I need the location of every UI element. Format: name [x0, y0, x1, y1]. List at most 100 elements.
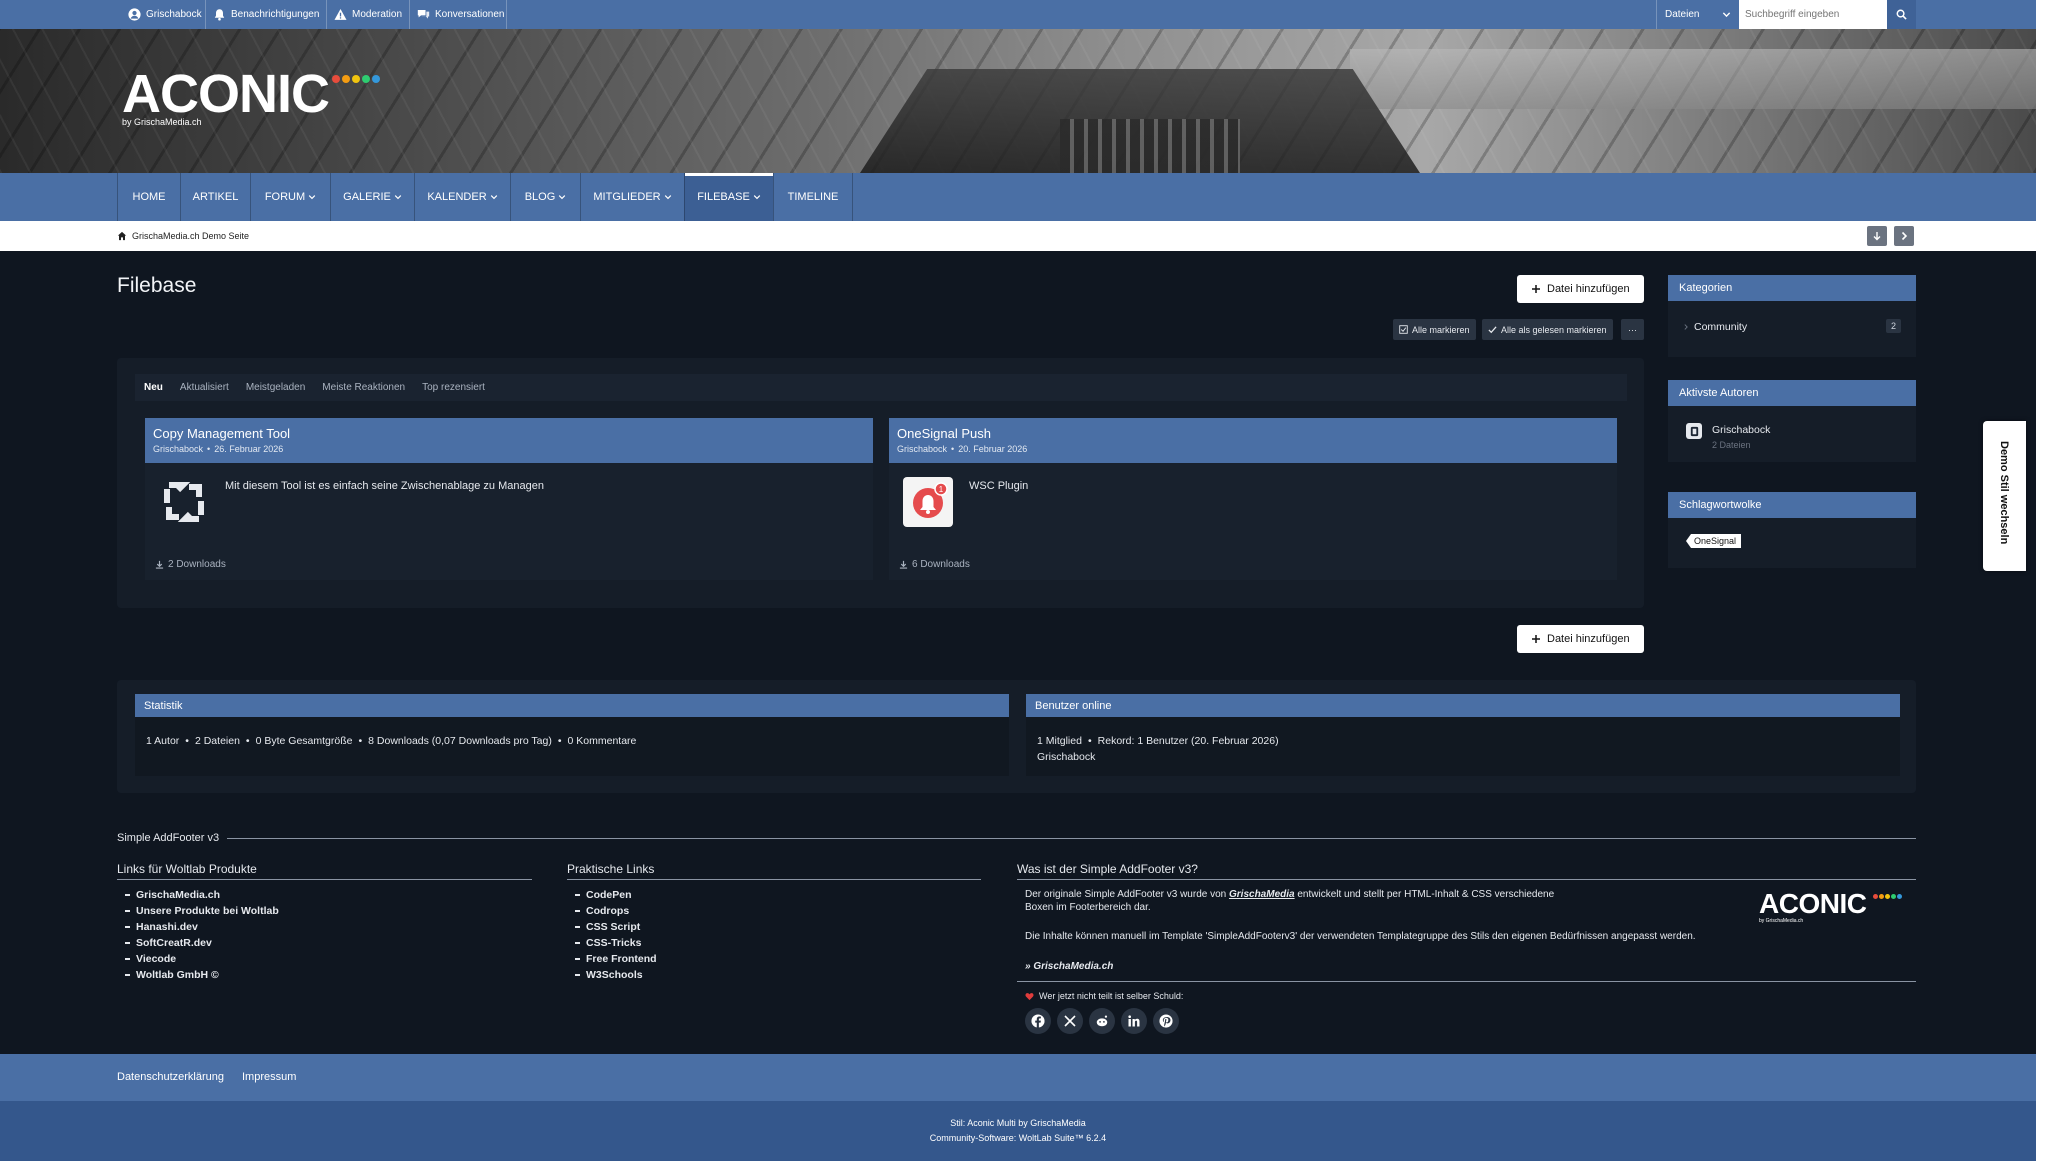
demo-style-label: Demo Stil wechseln	[1998, 441, 2010, 545]
nav-item-kalender[interactable]: KALENDER	[414, 173, 510, 221]
site-logo[interactable]: ACONIC by GrischaMedia.ch	[122, 64, 380, 127]
footer-column-title: Praktische Links	[567, 862, 981, 880]
file-author[interactable]: Grischabock	[153, 444, 203, 454]
footer-link[interactable]: Codrops	[575, 905, 629, 917]
checkbox-icon	[1399, 325, 1408, 334]
user-menu[interactable]: Grischabock	[122, 0, 208, 29]
logo-dot	[352, 75, 360, 83]
search-input[interactable]	[1739, 0, 1887, 29]
moderation-menu[interactable]: Moderation	[328, 0, 408, 29]
chevron-down-icon	[394, 195, 402, 200]
footer-link-label: Viecode	[136, 953, 177, 965]
nav-label: TIMELINE	[787, 191, 839, 203]
logo-text: ACONIC	[122, 64, 330, 124]
grischamedia-link[interactable]: » GrischaMedia.ch	[1025, 960, 1113, 973]
next-page-button[interactable]	[1894, 226, 1914, 246]
footer-link[interactable]: Hanashi.dev	[125, 921, 198, 933]
tab-top-rezensiert[interactable]: Top rezensiert	[422, 382, 485, 393]
nav-item-filebase[interactable]: FILEBASE	[684, 173, 773, 221]
footer-link[interactable]: CSS Script	[575, 921, 640, 933]
file-author[interactable]: Grischabock	[897, 444, 947, 454]
footer-link[interactable]: Unsere Produkte bei Woltlab	[125, 905, 279, 917]
footer-link[interactable]: Viecode	[125, 953, 176, 965]
users-online-line: 1 Mitglied • Rekord: 1 Benutzer (20. Feb…	[1026, 735, 1900, 747]
privacy-link[interactable]: Datenschutzerklärung	[117, 1071, 224, 1083]
chevron-down-icon	[559, 195, 566, 200]
search-button[interactable]	[1887, 0, 1916, 29]
search-scope-select[interactable]: Dateien	[1656, 0, 1739, 29]
file-title[interactable]: OneSignal Push	[897, 426, 1609, 441]
footer-link[interactable]: W3Schools	[575, 969, 643, 981]
avatar[interactable]	[1686, 423, 1702, 439]
add-file-button[interactable]: Datei hinzufügen	[1517, 275, 1644, 303]
nav-item-galerie[interactable]: GALERIE	[330, 173, 414, 221]
nav-item-timeline[interactable]: TIMELINE	[773, 173, 852, 221]
file-card[interactable]: Copy Management Tool Grischabock • 26. F…	[145, 418, 873, 580]
more-options-button[interactable]: ···	[1621, 319, 1644, 340]
statistics-line: 1 Autor • 2 Dateien • 0 Byte Gesamtgröße…	[135, 735, 1009, 747]
x-share-button[interactable]	[1057, 1008, 1083, 1034]
imprint-link[interactable]: Impressum	[242, 1071, 296, 1083]
mark-all-read-button[interactable]: Alle als gelesen markieren	[1482, 319, 1613, 340]
moderation-label: Moderation	[352, 9, 403, 20]
demo-style-switcher[interactable]: Demo Stil wechseln	[1983, 421, 2026, 571]
description-text: Der originale Simple AddFooter v3 wurde …	[1025, 889, 1227, 900]
logo-dot	[1879, 894, 1884, 899]
notifications-label: Benachrichtigungen	[231, 9, 320, 20]
description-link[interactable]: GrischaMedia	[1229, 889, 1295, 900]
software-credit[interactable]: Community-Software: WoltLab Suite™ 6.2.4	[0, 1133, 2036, 1143]
footer-link-label: Codrops	[586, 905, 630, 917]
footer-link-label: CSS-Tricks	[586, 937, 642, 949]
nav-item-home[interactable]: HOME	[117, 173, 180, 221]
reddit-share-button[interactable]	[1089, 1008, 1115, 1034]
separator: •	[358, 735, 363, 747]
category-item-community[interactable]: Community	[1683, 321, 1747, 333]
check-icon	[1488, 326, 1497, 334]
footer-link[interactable]: Free Frontend	[575, 953, 657, 965]
conversations-menu[interactable]: Konversationen	[411, 0, 511, 29]
tab-neu[interactable]: Neu	[144, 382, 163, 393]
user-icon	[128, 8, 141, 21]
nav-label: ARTIKEL	[192, 191, 239, 203]
tab-aktualisiert[interactable]: Aktualisiert	[180, 382, 229, 393]
facebook-share-button[interactable]	[1025, 1008, 1051, 1034]
tag-onesignal[interactable]: OneSignal	[1686, 534, 1742, 548]
tab-meistgeladen[interactable]: Meistgeladen	[246, 382, 305, 393]
footer-link[interactable]: GrischaMedia.ch	[125, 889, 220, 901]
onesignal-bell-icon: 1	[903, 477, 953, 527]
footer-link[interactable]: Woltlab GmbH ©	[125, 969, 219, 981]
footer-link[interactable]: CSS-Tricks	[575, 937, 641, 949]
nav-item-artikel[interactable]: ARTIKEL	[180, 173, 250, 221]
add-file-button[interactable]: Datei hinzufügen	[1517, 625, 1644, 653]
footer-link-label: Hanashi.dev	[136, 921, 198, 933]
footer-link[interactable]: CodePen	[575, 889, 632, 901]
users-online-title: Benutzer online	[1026, 694, 1900, 717]
divider	[506, 0, 507, 29]
file-card-header: OneSignal Push Grischabock • 20. Februar…	[889, 418, 1617, 463]
mark-all-button[interactable]: Alle markieren	[1393, 319, 1476, 340]
refresh-arrows-icon	[159, 477, 209, 527]
file-card[interactable]: OneSignal Push Grischabock • 20. Februar…	[889, 418, 1617, 580]
header-image-rails	[1060, 119, 1240, 173]
stat-comments: 0 Kommentare	[567, 735, 637, 747]
facebook-icon	[1031, 1014, 1045, 1028]
breadcrumb[interactable]: GrischaMedia.ch Demo Seite	[117, 221, 249, 251]
pinterest-share-button[interactable]	[1153, 1008, 1179, 1034]
tab-meiste-reaktionen[interactable]: Meiste Reaktionen	[322, 382, 405, 393]
logo-dot	[362, 75, 370, 83]
logo-dot	[332, 75, 340, 83]
author-name[interactable]: Grischabock	[1712, 424, 1770, 436]
chevron-down-icon	[1722, 12, 1731, 18]
nav-item-forum[interactable]: FORUM	[250, 173, 330, 221]
nav-item-mitglieder[interactable]: MITGLIEDER	[580, 173, 684, 221]
linkedin-share-button[interactable]	[1121, 1008, 1147, 1034]
footer-link[interactable]: SoftCreatR.dev	[125, 937, 212, 949]
app-root: Grischabock Benachrichtigungen Moderatio…	[0, 0, 2048, 1161]
nav-item-blog[interactable]: BLOG	[510, 173, 580, 221]
file-title[interactable]: Copy Management Tool	[153, 426, 865, 441]
style-credit[interactable]: Stil: Aconic Multi by GrischaMedia	[0, 1118, 2036, 1128]
online-user-link[interactable]: Grischabock	[1037, 751, 1900, 763]
scroll-down-button[interactable]	[1867, 226, 1887, 246]
notifications-menu[interactable]: Benachrichtigungen	[207, 0, 325, 29]
x-icon	[1064, 1015, 1076, 1027]
